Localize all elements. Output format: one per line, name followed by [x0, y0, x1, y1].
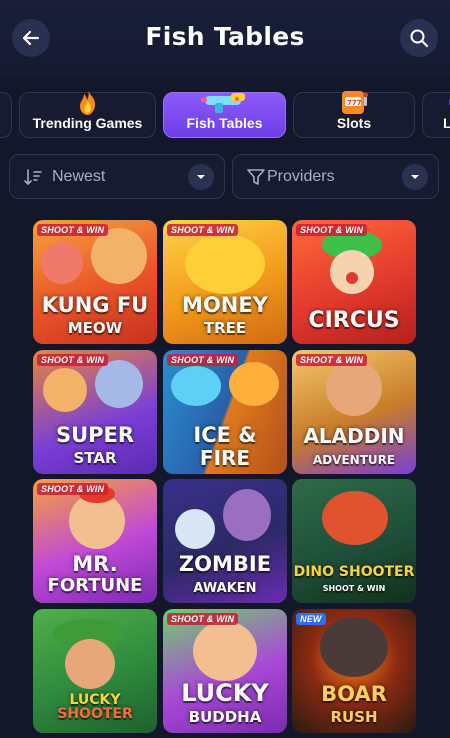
sort-descending-icon [24, 169, 42, 185]
game-tile-mr-fortune[interactable]: SHOOT & WIN MR. FORTUNE [33, 479, 157, 603]
game-tile-zombie-awaken[interactable]: ZOMBIE AWAKEN [163, 479, 287, 603]
game-tile-dino-shooter[interactable]: DINO SHOOTER SHOOT & WIN [292, 479, 416, 603]
game-tile-super-star[interactable]: SHOOT & WIN SUPER STAR [33, 350, 157, 474]
sort-label: Newest [52, 168, 106, 185]
providers-dropdown[interactable]: Providers [232, 154, 439, 199]
funnel-icon [247, 169, 265, 185]
category-tabs: Trending Games Fish Tables 777 Slots L [0, 82, 450, 142]
svg-text:777: 777 [347, 99, 362, 107]
tab-label: Trending Games [32, 115, 143, 131]
partial-icon [442, 87, 450, 117]
flame-icon [73, 87, 103, 117]
chevron-down-icon [402, 164, 428, 190]
tab-previous[interactable] [0, 92, 12, 138]
tab-label: L [443, 115, 450, 131]
tab-fish-tables[interactable]: Fish Tables [163, 92, 286, 138]
game-tile-kung-fu-meow[interactable]: SHOOT & WIN KUNG FU MEOW [33, 220, 157, 344]
chevron-down-icon [188, 164, 214, 190]
game-tile-lucky-buddha[interactable]: SHOOT & WIN LUCKY BUDDHA [163, 609, 287, 733]
game-tile-boar-rush[interactable]: NEW BOAR RUSH [292, 609, 416, 733]
tab-slots[interactable]: 777 Slots [293, 91, 415, 138]
game-tile-aladdin-adventure[interactable]: SHOOT & WIN ALADDIN ADVENTURE [292, 350, 416, 474]
water-gun-icon [200, 87, 249, 117]
game-tile-lucky-shooter[interactable]: LUCKY SHOOTER [33, 609, 157, 733]
providers-label: Providers [267, 168, 335, 185]
game-tile-money-tree[interactable]: SHOOT & WIN MONEY TREE [163, 220, 287, 344]
search-button[interactable] [400, 19, 438, 57]
header: Fish Tables [0, 0, 450, 78]
tab-label: Fish Tables [186, 115, 263, 131]
sort-dropdown[interactable]: Newest [9, 154, 225, 199]
tab-trending-games[interactable]: Trending Games [19, 90, 156, 138]
tab-next[interactable]: L [422, 92, 450, 138]
game-tile-ice-fire[interactable]: SHOOT & WIN ICE & FIRE [163, 350, 287, 474]
page-title: Fish Tables [145, 22, 305, 51]
game-tile-circus[interactable]: SHOOT & WIN CIRCUS [292, 220, 416, 344]
search-icon [410, 29, 429, 48]
tab-label: Slots [336, 115, 372, 131]
slot-machine-icon: 777 [339, 87, 369, 117]
